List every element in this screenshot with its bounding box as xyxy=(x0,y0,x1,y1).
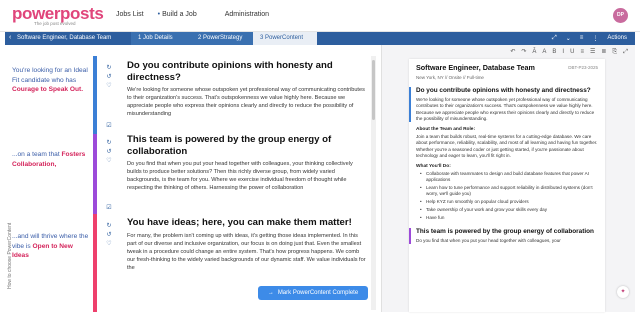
section-1-check: ☑ xyxy=(98,122,120,131)
refresh-icon[interactable]: ↻ xyxy=(98,139,120,148)
job-post-preview[interactable]: Software Engineer, Database Team DBT-P23… xyxy=(409,59,605,312)
nav-links: Jobs List • Build a Job Administration xyxy=(116,11,283,18)
list-item: Take ownership of your work and grow you… xyxy=(420,207,598,214)
list-icon[interactable]: ≡ xyxy=(580,35,584,42)
undo-icon[interactable]: ↺ xyxy=(98,73,120,82)
list-item: Have fun xyxy=(420,215,598,222)
job-header-bar: ‹ Software Engineer, Database Team 1 Job… xyxy=(5,32,635,45)
header-tools: ⤢ ⌄ ≡ ⋮ Actions xyxy=(543,35,627,42)
editor-toolbar: ↶ ↷ Ā A B I U ≡ ☰ ≣ ⎘ ⤢ xyxy=(388,46,628,58)
heart-icon[interactable]: ♡ xyxy=(98,157,120,166)
section-body: For many, the problem isn't coming up wi… xyxy=(127,232,366,271)
redo-icon[interactable]: ↷ xyxy=(521,46,526,58)
tab-powercontent[interactable]: 3 PowerContent xyxy=(253,32,317,45)
section-color-bar-purple xyxy=(93,134,97,214)
doc-section-body: Do you find that when you put your head … xyxy=(416,237,561,243)
doc-section-2: This team is powered by the group energy… xyxy=(409,227,598,245)
avatar[interactable]: DP xyxy=(613,8,628,23)
expand-icon[interactable]: ⤢ xyxy=(552,35,557,42)
doc-id: DBT-P23-2025 xyxy=(568,65,598,70)
undo-icon[interactable]: ↺ xyxy=(98,231,120,240)
bold-icon[interactable]: B xyxy=(552,46,556,58)
section-title: Do you contribute opinions with honesty … xyxy=(127,60,333,83)
section-2-actions: ↻ ↺ ♡ xyxy=(98,139,120,166)
more-icon[interactable]: ⋮ xyxy=(592,35,598,42)
sparkle-icon: ✦ xyxy=(620,289,626,295)
doc-section-1: Do you contribute opinions with honesty … xyxy=(409,87,598,123)
refresh-icon[interactable]: ↻ xyxy=(98,64,120,73)
text-style-icon[interactable]: Ā xyxy=(532,46,536,58)
assistant-button[interactable]: ✦ xyxy=(617,286,629,298)
team-body: Join a team that builds robust, real-tim… xyxy=(416,134,598,159)
doc-section-title: This team is powered by the group energy… xyxy=(416,227,594,235)
logo-text: powerposts xyxy=(12,4,104,23)
doc-section-body: We're looking for someone whose outspoke… xyxy=(416,97,595,121)
section-1[interactable]: Do you contribute opinions with honesty … xyxy=(127,60,367,124)
nav-build-a-job[interactable]: • Build a Job xyxy=(158,11,211,18)
refresh-icon[interactable]: ↻ xyxy=(98,222,120,231)
job-title: Software Engineer, Database Team xyxy=(17,35,112,41)
align-icon[interactable]: ≡ xyxy=(580,46,584,58)
undo-icon[interactable]: ↶ xyxy=(510,46,515,58)
collapse-icon[interactable]: ⌄ xyxy=(566,35,571,42)
mark-complete-button[interactable]: → Mark PowerContent Complete xyxy=(258,286,368,300)
chevron-left-icon[interactable]: ‹ xyxy=(9,34,11,41)
heart-icon[interactable]: ♡ xyxy=(98,240,120,249)
ideal-fit-block-2: ...on a team that Fosters Collaboration, xyxy=(12,151,86,168)
checkbox-icon[interactable]: ☑ xyxy=(98,122,120,131)
bullet-list-icon[interactable]: ☰ xyxy=(590,46,595,58)
section-title: This team is powered by the group energy… xyxy=(127,134,332,157)
underline-icon[interactable]: U xyxy=(570,46,574,58)
list-item: Help KYZ run smoothly on popular cloud p… xyxy=(420,199,598,206)
nav-administration[interactable]: Administration xyxy=(225,11,269,18)
scrollbar-thumb[interactable] xyxy=(372,60,375,120)
tab-powerstrategy[interactable]: 2 PowerStrategy xyxy=(191,32,253,45)
ideal-fit-block-1: You're looking for an Ideal Fit candidat… xyxy=(12,67,88,93)
section-3-actions: ↻ ↺ ♡ xyxy=(98,222,120,249)
section-color-bar-pink xyxy=(93,214,97,312)
section-title: You have ideas; here, you can make them … xyxy=(127,217,352,228)
doc-meta: New York, NY // Onsite // Full-time xyxy=(416,75,484,80)
tab-job-details[interactable]: 1 Job Details xyxy=(131,32,191,45)
actions-button[interactable]: Actions xyxy=(607,35,627,42)
list-item: Collaborate with teammates to design and… xyxy=(420,171,598,184)
what-you-do-heading: What You'll Do: xyxy=(416,164,451,170)
doc-title: Software Engineer, Database Team DBT-P23… xyxy=(416,63,598,72)
section-body: We're looking for someone whose outspoke… xyxy=(127,87,365,117)
checkbox-icon[interactable]: ☑ xyxy=(98,204,120,213)
section-2[interactable]: This team is powered by the group energy… xyxy=(127,134,367,198)
logo[interactable]: powerposts The job post evolved xyxy=(12,4,104,26)
copy-icon[interactable]: ⎘ xyxy=(612,46,617,58)
top-nav: powerposts The job post evolved Jobs Lis… xyxy=(0,0,640,32)
ideal-fit-pane: You're looking for an Ideal Fit candidat… xyxy=(5,56,93,312)
fullscreen-icon[interactable]: ⤢ xyxy=(623,46,628,58)
section-color-bar-blue xyxy=(93,56,97,134)
undo-icon[interactable]: ↺ xyxy=(98,148,120,157)
font-size-icon[interactable]: A xyxy=(542,46,546,58)
doc-section-title: Do you contribute opinions with honesty … xyxy=(416,87,591,94)
numbered-list-icon[interactable]: ≣ xyxy=(601,46,606,58)
team-heading: About the Team and Role: xyxy=(416,127,476,133)
ideal-fit-block-3: ...and will thrive where the vibe is Ope… xyxy=(12,233,89,259)
list-item: Learn how to tune performance and suppor… xyxy=(420,185,598,198)
section-2-check: ☑ xyxy=(98,204,120,213)
arrow-right-icon: → xyxy=(267,290,274,296)
how-to-choose-tab[interactable]: How to choose PowerContent xyxy=(7,201,15,293)
nav-jobs-list[interactable]: Jobs List xyxy=(116,11,144,18)
section-body: Do you find that when you put your head … xyxy=(127,161,353,191)
bullet-list: Collaborate with teammates to design and… xyxy=(420,171,598,222)
heart-icon[interactable]: ♡ xyxy=(98,82,120,91)
section-1-actions: ↻ ↺ ♡ xyxy=(98,64,120,91)
section-3[interactable]: You have ideas; here, you can make them … xyxy=(127,217,367,278)
italic-icon[interactable]: I xyxy=(562,46,564,58)
